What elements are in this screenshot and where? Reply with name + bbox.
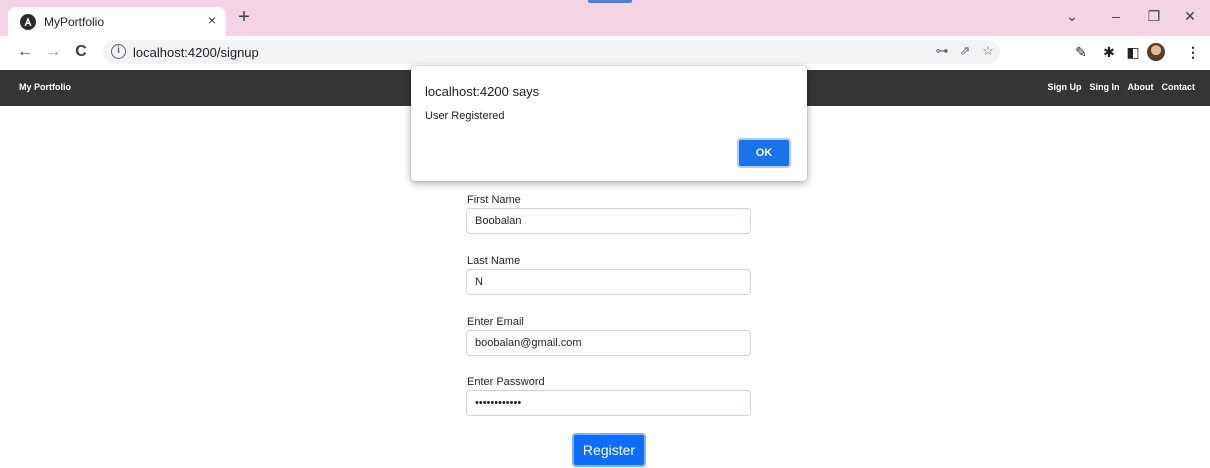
address-url: localhost:4200/signup (133, 45, 259, 60)
last-name-input[interactable] (466, 269, 751, 295)
new-tab-button[interactable]: + (234, 6, 254, 28)
dialog-message: User Registered (425, 110, 505, 122)
minimize-icon[interactable]: – (1106, 8, 1126, 24)
dialog-ok-button[interactable]: OK (737, 138, 791, 168)
nav-about[interactable]: About (1128, 82, 1154, 92)
menu-kebab-icon[interactable]: ⋮ (1184, 43, 1202, 61)
forward-icon[interactable]: → (44, 43, 62, 61)
tab-search-icon[interactable]: ⌄ (1062, 8, 1082, 24)
browser-toolbar: ← → C i localhost:4200/signup ⊶ ⇗ ☆ ✎ ✱ … (0, 36, 1210, 68)
share-icon[interactable]: ⇗ (956, 43, 974, 59)
angular-logo-icon (20, 14, 36, 30)
eyedropper-extension-icon[interactable]: ✎ (1072, 43, 1090, 61)
side-panel-icon[interactable]: ◧ (1124, 43, 1142, 61)
tab-close-icon[interactable]: × (204, 12, 220, 28)
site-brand[interactable]: My Portfolio (19, 82, 71, 92)
back-icon[interactable]: ← (16, 43, 34, 61)
profile-avatar[interactable] (1147, 43, 1165, 61)
tab-title: MyPortfolio (44, 15, 105, 29)
tabstrip-accent (588, 0, 632, 3)
password-label: Enter Password (467, 376, 545, 388)
extensions-puzzle-icon[interactable]: ✱ (1100, 43, 1118, 61)
site-nav-links: Sign Up Sing In About Contact (1048, 82, 1196, 92)
browser-tabstrip: MyPortfolio × + ⌄ – ❐ ✕ (0, 0, 1210, 36)
nav-sign-up[interactable]: Sign Up (1048, 82, 1082, 92)
nav-sign-in[interactable]: Sing In (1090, 82, 1120, 92)
first-name-label: First Name (467, 194, 521, 206)
alert-dialog: localhost:4200 says User Registered OK (411, 66, 807, 181)
email-input[interactable] (466, 330, 751, 356)
email-label: Enter Email (467, 316, 524, 328)
browser-tab[interactable]: MyPortfolio × (8, 7, 226, 36)
register-button[interactable]: Register (572, 433, 646, 467)
address-bar[interactable]: i localhost:4200/signup ⊶ ⇗ ☆ (103, 40, 1000, 64)
window-close-icon[interactable]: ✕ (1180, 8, 1200, 24)
site-info-icon[interactable]: i (111, 44, 126, 59)
last-name-label: Last Name (467, 255, 521, 267)
nav-contact[interactable]: Contact (1162, 82, 1196, 92)
bookmark-star-icon[interactable]: ☆ (979, 43, 997, 59)
first-name-input[interactable] (466, 208, 751, 234)
dialog-title: localhost:4200 says (425, 84, 540, 99)
restore-icon[interactable]: ❐ (1144, 8, 1164, 24)
password-input[interactable] (466, 390, 751, 416)
reload-icon[interactable]: C (72, 43, 90, 61)
password-key-icon[interactable]: ⊶ (933, 43, 951, 59)
